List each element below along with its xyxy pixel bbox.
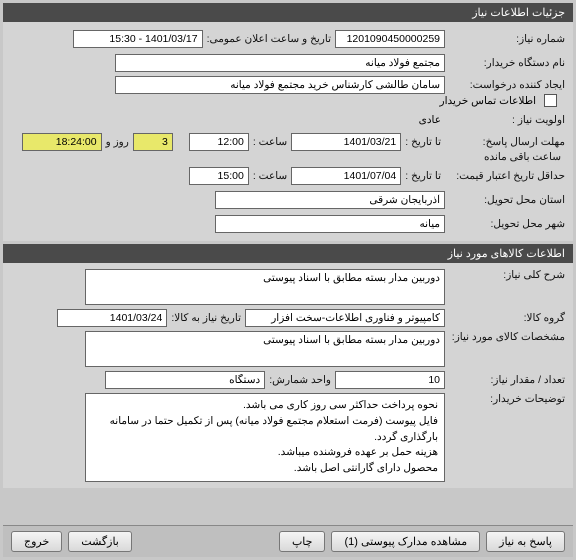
label-time-1: ساعت : — [249, 136, 291, 148]
label-remarks: توضیحات خریدار: — [445, 393, 565, 405]
label-to-date-1: تا تاریخ : — [401, 136, 445, 148]
label-validity: حداقل تاریخ اعتبار قیمت: — [445, 170, 565, 182]
label-qty: تعداد / مقدار نیاز: — [445, 374, 565, 386]
need-details-panel: جزئیات اطلاعات نیاز شماره نیاز: تاریخ و … — [3, 3, 573, 241]
label-to-date-2: تا تاریخ : — [401, 170, 445, 182]
label-reply-deadline: مهلت ارسال پاسخ: — [445, 136, 565, 148]
spec-field — [85, 331, 445, 367]
section-header-need: جزئیات اطلاعات نیاز — [3, 3, 573, 22]
label-days-and: روز و — [102, 136, 133, 148]
label-contact-info: اطلاعات تماس خریدار — [436, 95, 540, 107]
label-time-2: ساعت : — [249, 170, 291, 182]
validity-date-field — [291, 167, 401, 185]
label-priority: اولویت نیاز : — [445, 114, 565, 126]
label-unit: واحد شمارش: — [265, 374, 335, 386]
back-button[interactable]: بازگشت — [68, 531, 132, 552]
label-need-number: شماره نیاز: — [445, 33, 565, 45]
section-header-items: اطلاعات کالاهای مورد نیاز — [3, 244, 573, 263]
footer-toolbar: پاسخ به نیاز مشاهده مدارک پیوستی (1) چاپ… — [3, 525, 573, 557]
view-attachments-button[interactable]: مشاهده مدارک پیوستی (1) — [331, 531, 480, 552]
label-spec: مشخصات کالای مورد نیاز: — [445, 331, 565, 343]
validity-time-field — [189, 167, 249, 185]
exit-button[interactable]: خروج — [11, 531, 62, 552]
items-panel: اطلاعات کالاهای مورد نیاز شرح کلی نیاز: … — [3, 244, 573, 488]
label-group: گروه کالا: — [445, 312, 565, 324]
label-requester: ایجاد کننده درخواست: — [445, 79, 565, 91]
label-announce: تاریخ و ساعت اعلان عمومی: — [203, 33, 335, 45]
remaining-time-field — [22, 133, 102, 151]
buyer-org-field — [115, 54, 445, 72]
print-button[interactable]: چاپ — [279, 531, 326, 552]
label-city: شهر محل تحویل: — [445, 218, 565, 230]
label-buyer-org: نام دستگاه خریدار: — [445, 57, 565, 69]
label-remaining: ساعت باقی مانده — [480, 151, 565, 163]
label-province: استان محل تحویل: — [445, 194, 565, 206]
summary-field — [85, 269, 445, 305]
reply-time-field — [189, 133, 249, 151]
remarks-field: نحوه پرداخت حداکثر سی روز کاری می باشد. … — [85, 393, 445, 482]
need-date-field — [57, 309, 167, 327]
reply-date-field — [291, 133, 401, 151]
label-summary: شرح کلی نیاز: — [445, 269, 565, 281]
respond-button[interactable]: پاسخ به نیاز — [486, 531, 565, 552]
group-field — [245, 309, 445, 327]
province-field — [215, 191, 445, 209]
contact-info-checkbox[interactable] — [544, 94, 557, 107]
need-number-field — [335, 30, 445, 48]
qty-field — [335, 371, 445, 389]
label-need-date: تاریخ نیاز به کالا: — [167, 312, 245, 324]
requester-field — [115, 76, 445, 94]
city-field — [215, 215, 445, 233]
announce-datetime-field — [73, 30, 203, 48]
remaining-days-field — [133, 133, 173, 151]
priority-value: عادی — [415, 114, 445, 126]
unit-field — [105, 371, 265, 389]
